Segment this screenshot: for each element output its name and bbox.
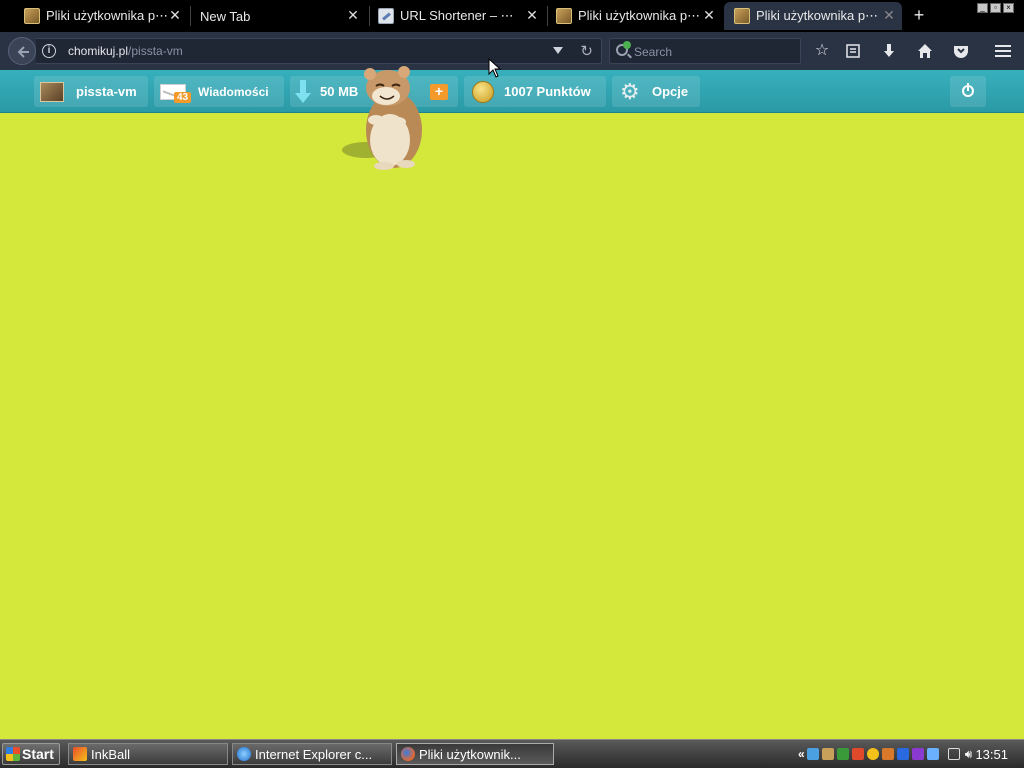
search-input[interactable] bbox=[634, 43, 794, 61]
user-tray-icon[interactable] bbox=[836, 748, 849, 760]
taskbar-item-internet-explorer[interactable]: Internet Explorer c... bbox=[232, 743, 392, 765]
taskbar-item-label: Internet Explorer c... bbox=[255, 746, 373, 762]
points-label: 1007 Punktów bbox=[504, 84, 591, 99]
url-host: chomikuj.pl bbox=[68, 44, 129, 58]
messenger-tray-icon[interactable] bbox=[911, 748, 924, 760]
tab-title: URL Shortener – ⋯ bbox=[400, 8, 514, 23]
taskbar-item-label: Pliki użytkownik... bbox=[419, 746, 521, 762]
options-link[interactable]: ⚙ Opcje bbox=[612, 76, 700, 107]
display-tray-icon[interactable] bbox=[947, 748, 960, 760]
tray-expand-icon[interactable]: « bbox=[798, 747, 805, 761]
power-icon bbox=[962, 83, 974, 97]
reload-icon[interactable]: ↻ bbox=[580, 42, 593, 60]
back-button[interactable] bbox=[8, 37, 36, 65]
tab-new-tab[interactable]: New Tab ✕ bbox=[176, 2, 366, 30]
username-label: pissta-vm bbox=[76, 84, 137, 99]
hamster-mascot-icon bbox=[342, 66, 422, 170]
hamburger-menu-icon[interactable] bbox=[993, 41, 1013, 61]
info-icon[interactable]: i bbox=[42, 44, 56, 58]
tab-pliki-1[interactable]: Pliki użytkownika p⋯ ✕ bbox=[0, 2, 188, 30]
volume-icon[interactable]: 🔊︎ bbox=[965, 747, 973, 762]
site-header: pissta-vm 43 Wiadomości 50 MB 1007 Punkt… bbox=[0, 70, 1024, 113]
points-link[interactable]: 1007 Punktów bbox=[464, 76, 606, 107]
home-icon[interactable] bbox=[915, 41, 935, 61]
app-tray-icon[interactable] bbox=[851, 748, 864, 760]
back-arrow-icon bbox=[17, 46, 29, 58]
url-path: /pissta-vm bbox=[128, 44, 183, 58]
gear-icon: ⚙ bbox=[620, 78, 640, 104]
system-tray: « 🔊︎ 13:51 bbox=[798, 743, 1022, 765]
new-tab-button[interactable]: + bbox=[910, 6, 928, 24]
tab-title: Pliki użytkownika p⋯ bbox=[756, 8, 879, 23]
network-tray-icon[interactable] bbox=[806, 748, 819, 760]
download-icon[interactable] bbox=[879, 41, 899, 61]
internet-explorer-icon bbox=[237, 747, 251, 761]
link-favicon-icon bbox=[378, 8, 394, 24]
mouse-cursor-icon bbox=[488, 58, 502, 78]
tab-pliki-active[interactable]: Pliki użytkownika p⋯ ✕ bbox=[724, 2, 902, 30]
close-window-button[interactable]: × bbox=[1003, 3, 1014, 13]
add-transfer-button[interactable]: + bbox=[430, 84, 448, 100]
envelope-icon: 43 bbox=[160, 82, 192, 103]
close-icon[interactable]: ✕ bbox=[702, 8, 716, 22]
taskbar-item-label: InkBall bbox=[91, 746, 131, 762]
url-bar[interactable]: i chomikuj.pl/pissta-vm ↻ bbox=[36, 38, 602, 64]
tab-pliki-2[interactable]: Pliki użytkownika p⋯ ✕ bbox=[532, 2, 722, 30]
page-content bbox=[0, 113, 1024, 739]
url-text[interactable]: chomikuj.pl/pissta-vm bbox=[68, 44, 183, 58]
sync-tray-icon[interactable] bbox=[896, 748, 909, 760]
url-history-dropdown-icon[interactable] bbox=[553, 47, 563, 54]
hamster-tray-icon[interactable] bbox=[821, 748, 834, 760]
os-taskbar: Start InkBall Internet Explorer c... Pli… bbox=[0, 739, 1024, 768]
avatar bbox=[40, 81, 64, 102]
start-label: Start bbox=[22, 746, 54, 762]
inkball-icon bbox=[73, 747, 87, 761]
minimize-window-button[interactable]: _ bbox=[977, 3, 988, 13]
taskbar-item-firefox[interactable]: Pliki użytkownik... bbox=[396, 743, 554, 765]
bookmarks-list-icon[interactable] bbox=[843, 41, 863, 61]
pocket-icon[interactable] bbox=[951, 41, 971, 61]
hamster-favicon-icon bbox=[734, 8, 750, 24]
search-bar[interactable] bbox=[609, 38, 801, 64]
browser-navigation-bar: i chomikuj.pl/pissta-vm ↻ ☆ bbox=[0, 32, 1024, 70]
tab-title: New Tab bbox=[200, 8, 251, 24]
tab-title: Pliki użytkownika p⋯ bbox=[46, 8, 169, 23]
user-profile-link[interactable]: pissta-vm bbox=[34, 76, 148, 107]
bookmark-star-icon[interactable]: ☆ bbox=[812, 41, 832, 61]
notification-tray-icon[interactable] bbox=[866, 748, 879, 760]
browser-tab-strip: Pliki użytkownika p⋯ ✕ New Tab ✕ URL Sho… bbox=[0, 0, 1024, 32]
options-label: Opcje bbox=[652, 84, 689, 99]
download-arrow-icon bbox=[294, 79, 314, 104]
windows-logo-icon bbox=[6, 747, 20, 761]
start-button[interactable]: Start bbox=[2, 743, 60, 765]
firefox-icon bbox=[401, 747, 415, 761]
taskbar-item-inkball[interactable]: InkBall bbox=[68, 743, 228, 765]
search-icon[interactable] bbox=[616, 41, 631, 56]
restore-window-button[interactable]: ▫ bbox=[990, 3, 1001, 13]
messages-label: Wiadomości bbox=[198, 84, 269, 99]
messages-count-badge: 43 bbox=[174, 91, 192, 103]
hamster-favicon-icon bbox=[556, 8, 572, 24]
hamster-favicon-icon bbox=[24, 8, 40, 24]
bluetooth-tray-icon[interactable] bbox=[926, 748, 939, 760]
security-tray-icon[interactable] bbox=[881, 748, 894, 760]
tab-url-shortener[interactable]: URL Shortener – ⋯ ✕ bbox=[354, 2, 545, 30]
tab-title: Pliki użytkownika p⋯ bbox=[578, 8, 701, 23]
clock[interactable]: 13:51 bbox=[975, 747, 1008, 762]
close-icon[interactable]: ✕ bbox=[882, 8, 896, 22]
logout-button[interactable] bbox=[950, 76, 986, 107]
coins-icon bbox=[472, 80, 494, 103]
messages-link[interactable]: 43 Wiadomości bbox=[154, 76, 284, 107]
